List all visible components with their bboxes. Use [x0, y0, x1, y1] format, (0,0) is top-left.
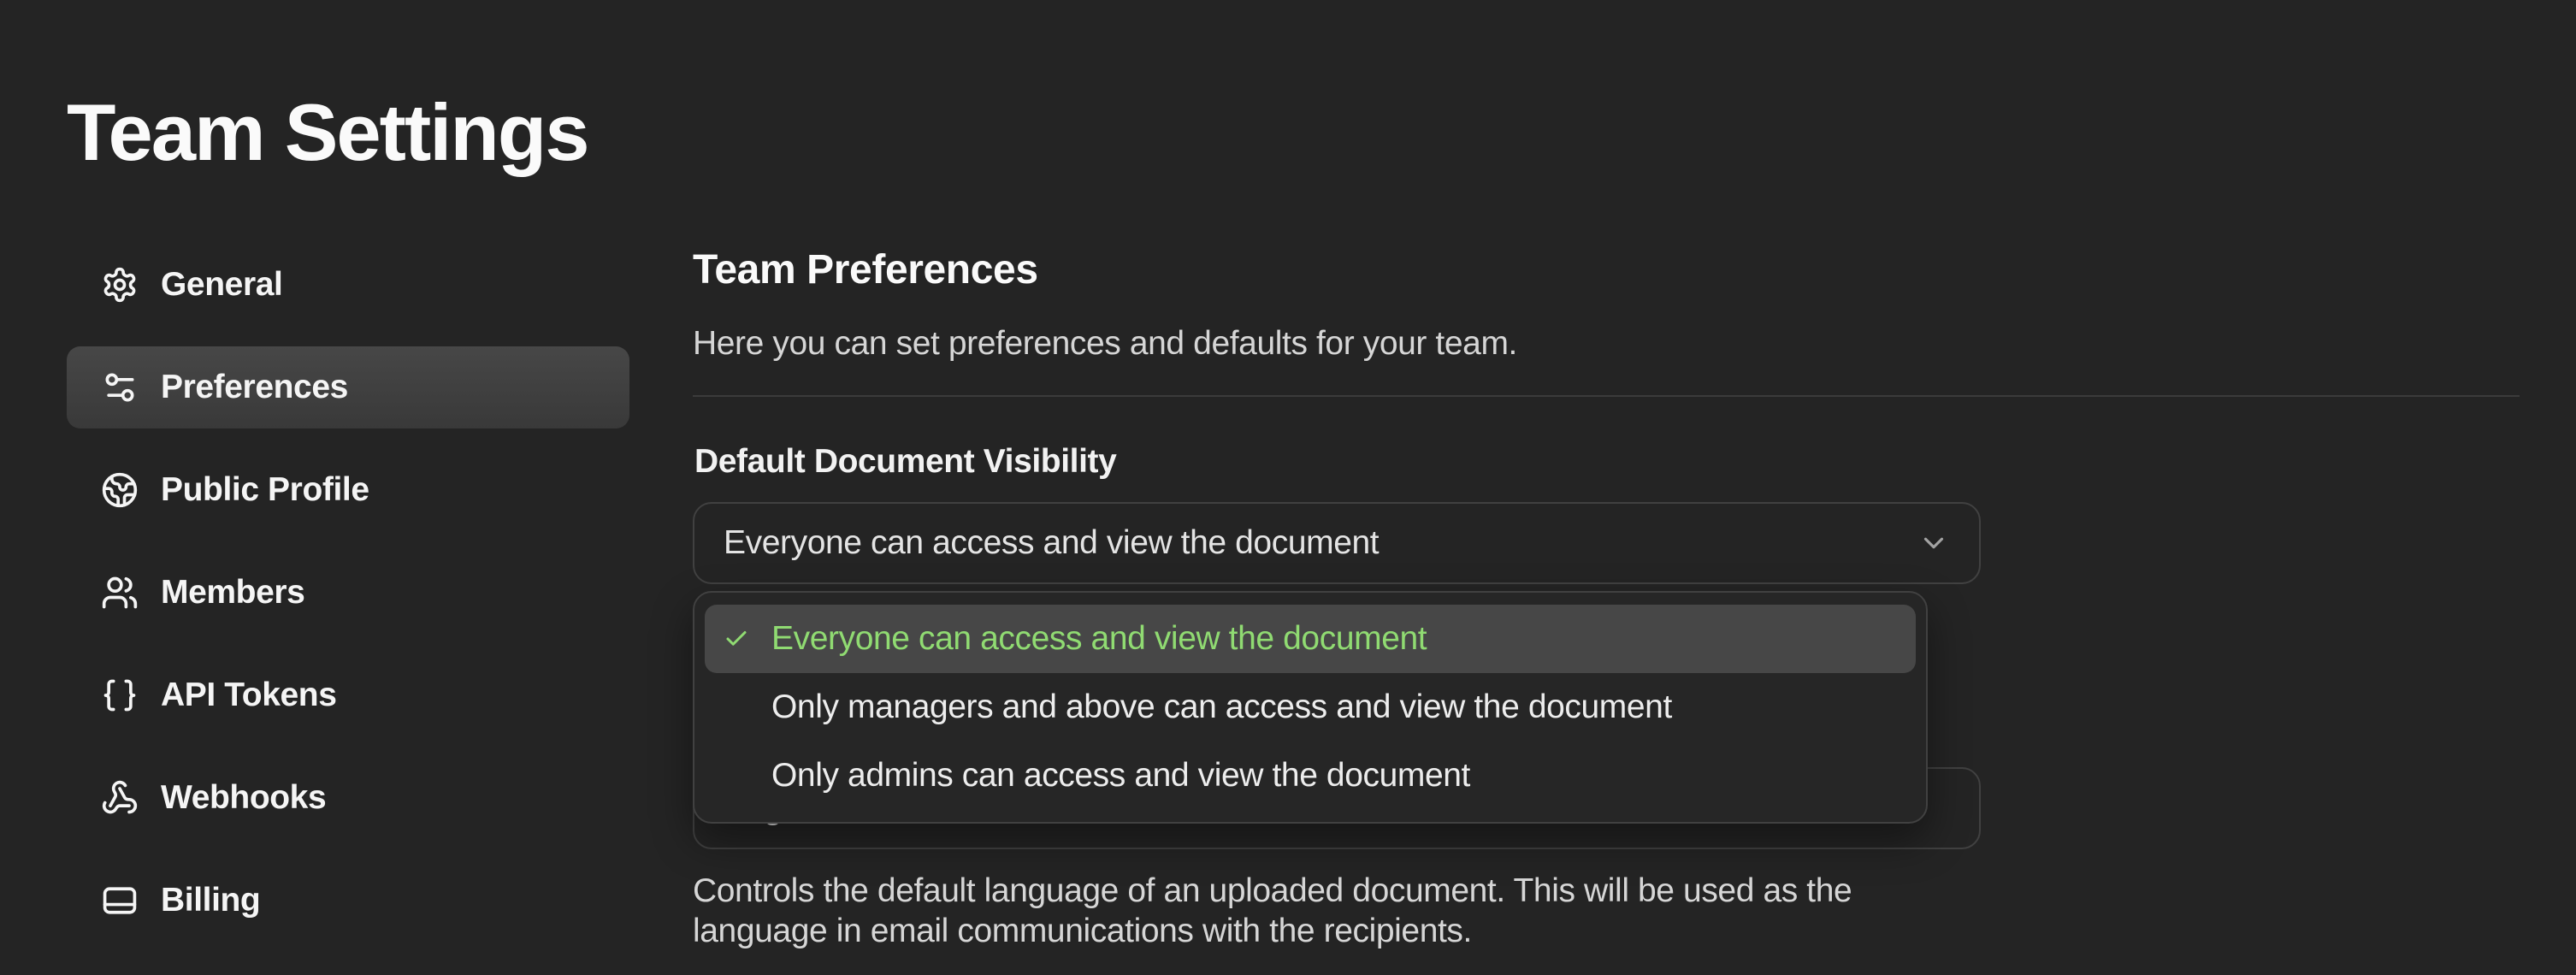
visibility-select-value: Everyone can access and view the documen…: [724, 524, 1379, 562]
visibility-dropdown-menu: Everyone can access and view the documen…: [693, 591, 1928, 824]
sidebar-item-public-profile[interactable]: Public Profile: [67, 449, 629, 531]
dropdown-option-everyone[interactable]: Everyone can access and view the documen…: [705, 605, 1916, 673]
main-content: Team Preferences Here you can set prefer…: [693, 0, 2520, 975]
sidebar: General Preferences Public Profile Membe…: [67, 244, 629, 962]
dropdown-option-label: Only managers and above can access and v…: [771, 688, 1672, 726]
sidebar-item-members[interactable]: Members: [67, 552, 629, 634]
section-divider: [693, 395, 2520, 397]
sidebar-item-general[interactable]: General: [67, 244, 629, 326]
sidebar-item-label: General: [161, 266, 282, 304]
sidebar-item-label: Webhooks: [161, 779, 326, 817]
dropdown-option-admins[interactable]: Only admins can access and view the docu…: [705, 742, 1916, 810]
sliders-icon: [101, 369, 139, 406]
credit-card-icon: [101, 882, 139, 919]
sidebar-item-webhooks[interactable]: Webhooks: [67, 757, 629, 839]
language-help-text: Controls the default language of an uplo…: [693, 871, 1924, 951]
braces-icon: [101, 677, 139, 714]
section-title: Team Preferences: [693, 246, 1038, 293]
sidebar-item-api-tokens[interactable]: API Tokens: [67, 654, 629, 736]
globe-icon: [101, 471, 139, 509]
check-icon: [724, 626, 749, 652]
sidebar-item-label: API Tokens: [161, 677, 337, 714]
users-icon: [101, 574, 139, 612]
chevron-down-icon: [1917, 527, 1950, 559]
team-settings-page: Team Settings General Preferences Public…: [0, 0, 2576, 975]
sidebar-item-label: Members: [161, 574, 304, 612]
sidebar-item-preferences[interactable]: Preferences: [67, 346, 629, 428]
visibility-select[interactable]: Everyone can access and view the documen…: [693, 502, 1981, 584]
check-placeholder: [724, 694, 749, 720]
sidebar-item-billing[interactable]: Billing: [67, 860, 629, 942]
check-placeholder: [724, 763, 749, 789]
dropdown-option-label: Everyone can access and view the documen…: [771, 620, 1427, 658]
sidebar-item-label: Public Profile: [161, 471, 369, 509]
sidebar-item-label: Preferences: [161, 369, 348, 406]
visibility-field-label: Default Document Visibility: [694, 443, 1116, 481]
sidebar-item-label: Billing: [161, 882, 260, 919]
dropdown-option-managers[interactable]: Only managers and above can access and v…: [705, 673, 1916, 742]
webhook-icon: [101, 779, 139, 817]
page-title: Team Settings: [67, 92, 588, 173]
gear-icon: [101, 266, 139, 304]
section-description: Here you can set preferences and default…: [693, 323, 1517, 365]
dropdown-option-label: Only admins can access and view the docu…: [771, 757, 1470, 795]
